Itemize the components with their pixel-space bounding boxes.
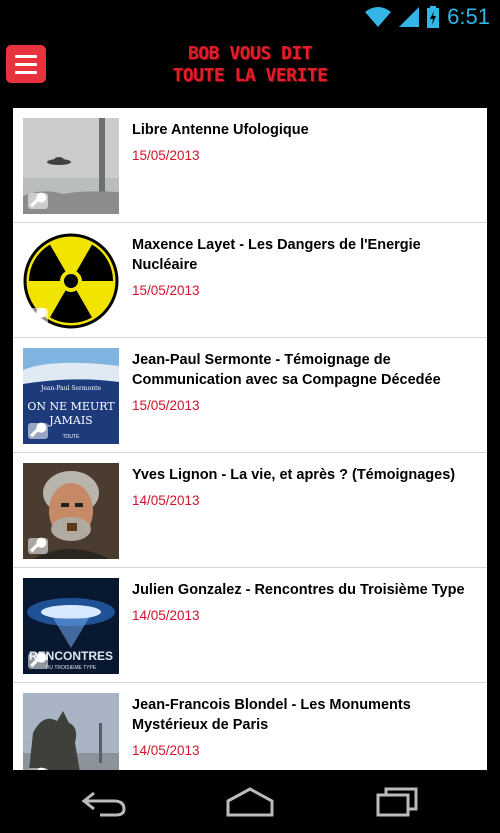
microphone-icon [28, 537, 48, 554]
microphone-icon [28, 422, 48, 439]
battery-charging-icon [427, 6, 440, 28]
item-date: 15/05/2013 [132, 283, 200, 298]
list-item[interactable]: Libre Antenne Ufologique 15/05/2013 [13, 108, 487, 223]
podcast-list: Libre Antenne Ufologique 15/05/2013 Maxe… [13, 108, 487, 770]
action-bar: BOB VOUS DIT TOUTE LA VERITE [0, 33, 500, 105]
status-time: 6:51 [447, 4, 490, 29]
item-thumbnail-portrait [23, 463, 119, 559]
item-thumbnail-ufo [23, 118, 119, 214]
item-thumbnail-gargoyle [23, 693, 119, 770]
microphone-icon [28, 652, 48, 669]
poster-subtitle-text: DU TROISIEME TYPE [46, 665, 97, 671]
microphone-icon [28, 307, 48, 324]
list-item[interactable]: RENCONTRES DU TROISIEME TYPE Julien Gonz… [13, 568, 487, 683]
list-item[interactable]: Yves Lignon - La vie, et après ? (Témoig… [13, 453, 487, 568]
book-title-text-2: JAMAIS [48, 414, 92, 427]
recent-apps-icon[interactable] [374, 787, 422, 817]
home-icon[interactable] [224, 787, 276, 817]
app-title: BOB VOUS DIT TOUTE LA VERITE [150, 43, 350, 87]
app-title-line1: BOB VOUS DIT [187, 43, 313, 64]
menu-button[interactable] [6, 45, 46, 83]
item-date: 14/05/2013 [132, 493, 200, 508]
wifi-icon [365, 7, 392, 27]
microphone-icon [28, 192, 48, 209]
signal-icon [399, 7, 420, 27]
status-bar: 6:51 [0, 0, 500, 33]
item-date: 15/05/2013 [132, 398, 200, 413]
item-title: Julien Gonzalez - Rencontres du Troisièm… [132, 582, 465, 598]
microphone-icon [28, 767, 48, 770]
item-title: Libre Antenne Ufologique [132, 122, 309, 138]
item-title: Maxence Layet - Les Dangers de l'Energie… [132, 237, 421, 273]
app-title-line2: TOUTE LA VERITE [172, 65, 328, 86]
item-date: 14/05/2013 [132, 608, 200, 623]
book-publisher-text: TOUTE [63, 434, 81, 440]
status-icons: 6:51 [365, 4, 490, 30]
hamburger-icon [15, 54, 37, 58]
item-title: Jean-Francois Blondel - Les Monuments My… [132, 697, 411, 733]
navigation-bar [0, 771, 500, 833]
item-thumbnail-movie-poster: RENCONTRES DU TROISIEME TYPE [23, 578, 119, 674]
item-date: 14/05/2013 [132, 743, 200, 758]
list-item[interactable]: Jean-Paul Sermonte ON NE MEURT JAMAIS TO… [13, 338, 487, 453]
book-author-text: Jean-Paul Sermonte [40, 385, 102, 392]
item-title: Jean-Paul Sermonte - Témoignage de Commu… [132, 352, 441, 388]
item-title: Yves Lignon - La vie, et après ? (Témoig… [132, 467, 456, 483]
item-date: 15/05/2013 [132, 148, 200, 163]
item-thumbnail-radiation [23, 233, 119, 329]
item-thumbnail-book-cover: Jean-Paul Sermonte ON NE MEURT JAMAIS TO… [23, 348, 119, 444]
list-item[interactable]: Jean-Francois Blondel - Les Monuments My… [13, 683, 487, 770]
list-item[interactable]: Maxence Layet - Les Dangers de l'Energie… [13, 223, 487, 338]
back-icon[interactable] [80, 787, 128, 817]
